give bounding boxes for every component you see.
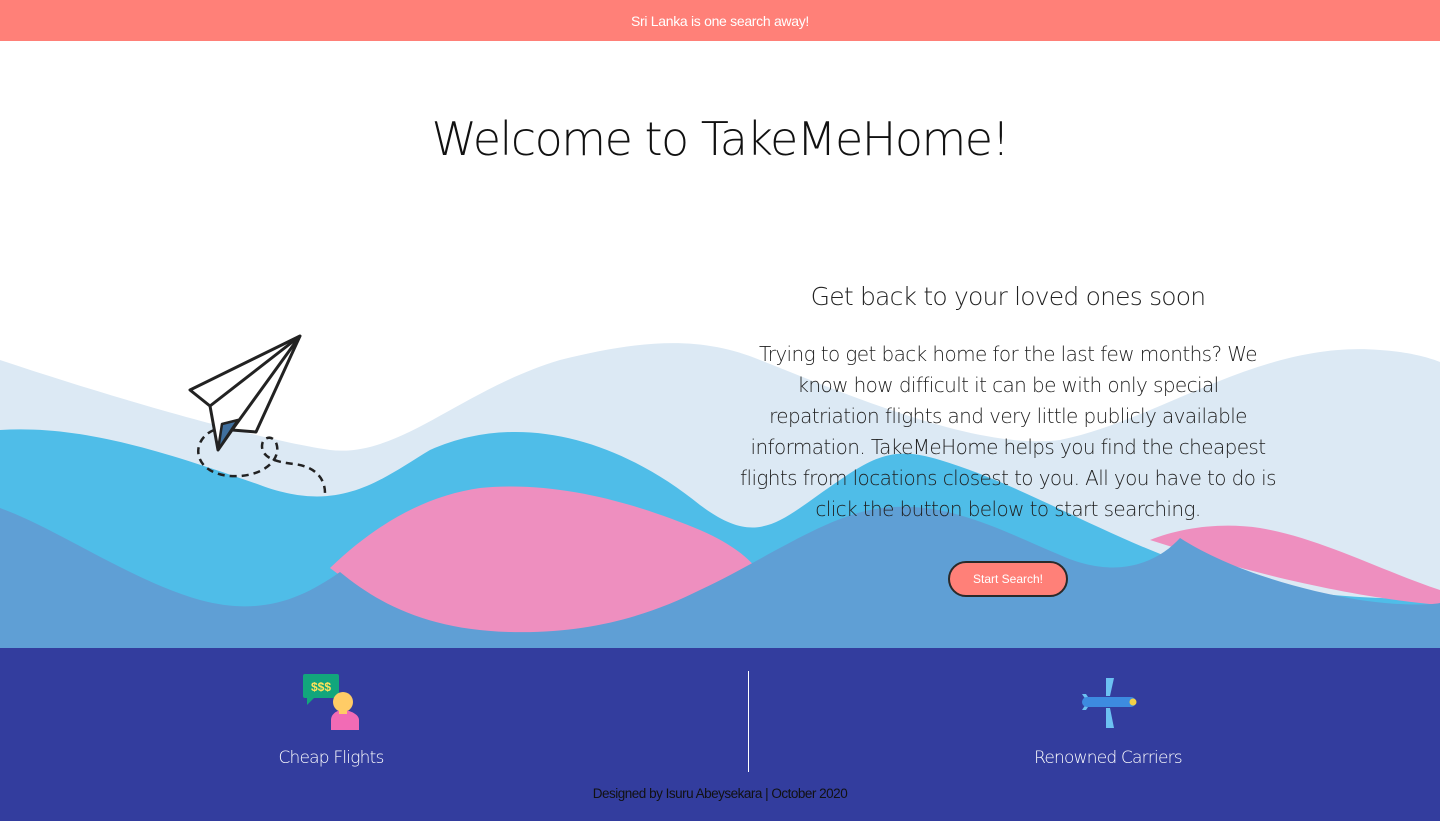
footer-divider [748,671,749,772]
hero-content: Get back to your loved ones soon Trying … [740,282,1277,525]
feature-label-cheap-flights: Cheap Flights [278,748,384,768]
footer-credit: Designed by Isuru Abeysekara | October 2… [592,786,848,801]
svg-text:$$$: $$$ [311,680,331,694]
money-person-icon: $$$ [303,674,359,730]
hero-subtitle: Get back to your loved ones soon [810,282,1206,311]
banner-text: Sri Lanka is one search away! [630,12,810,29]
hero-description: Trying to get back home for the last few… [740,342,1277,521]
feature-label-renowned-carriers: Renowned Carriers [1034,748,1183,768]
feature-renowned-carriers: Renowned Carriers [958,672,1258,768]
airplane-icon [1082,678,1137,728]
page-title: Welcome to TakeMeHome! [431,112,1010,166]
top-banner: Sri Lanka is one search away! [0,0,1440,41]
start-search-button[interactable]: Start Search! [948,561,1068,597]
paper-plane-icon [188,334,327,494]
feature-cheap-flights: $$$ Cheap Flights [181,672,481,768]
footer: $$$ Cheap Flights Renowned Carriers Desi… [0,648,1440,821]
